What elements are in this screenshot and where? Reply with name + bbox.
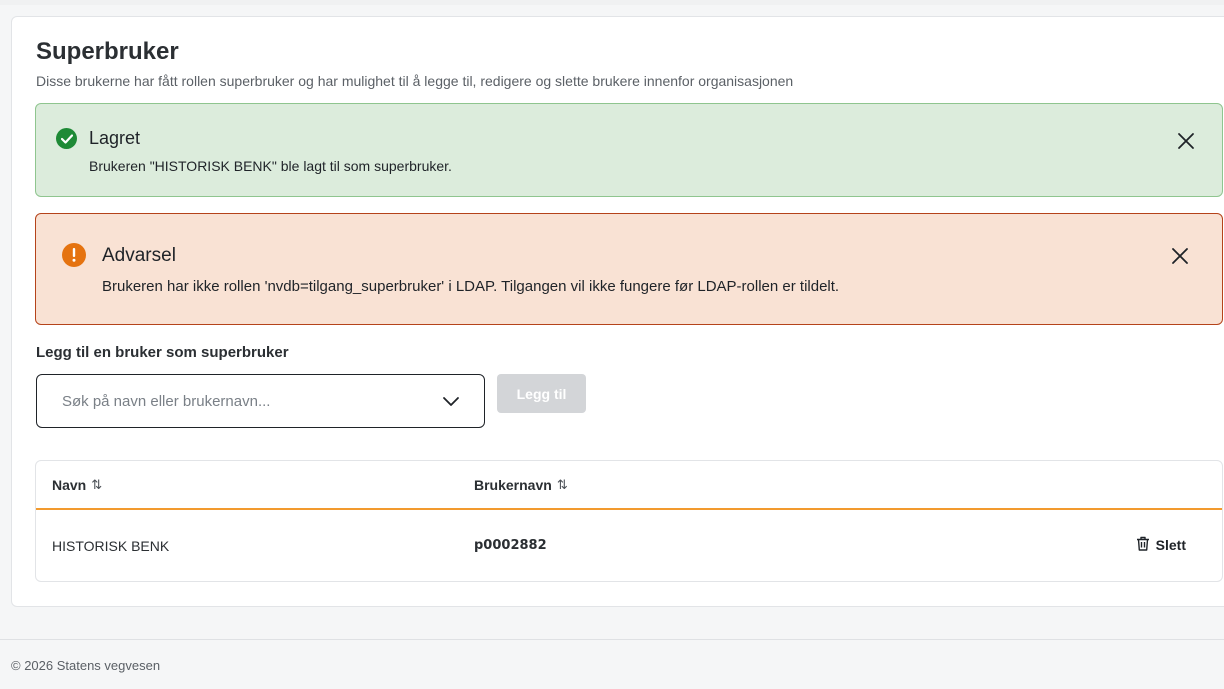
success-alert: Lagret Brukeren "HISTORISK BENK" ble lag… <box>35 103 1223 197</box>
page-description: Disse brukerne har fått rollen superbruk… <box>36 73 794 89</box>
table-row: HISTORISK BENK p0002882 Slett <box>36 512 1222 582</box>
column-header-label: Navn <box>52 477 87 493</box>
page-title: Superbruker <box>36 38 179 65</box>
close-icon[interactable] <box>1170 246 1190 266</box>
footer-copyright: © 2026 Statens vegvesen <box>11 658 161 673</box>
cell-navn: HISTORISK BENK <box>52 538 170 554</box>
sort-icon[interactable]: ⇅ <box>557 477 568 493</box>
column-header-brukernavn[interactable]: Brukernavn ⇅ <box>474 477 568 493</box>
user-search-combobox[interactable]: Søk på navn eller brukernavn... <box>36 374 485 428</box>
delete-button[interactable]: Slett <box>1136 536 1186 554</box>
warning-alert-message: Brukeren har ikke rollen 'nvdb=tilgang_s… <box>102 278 840 295</box>
success-alert-title: Lagret <box>89 128 141 148</box>
warning-alert: Advarsel Brukeren har ikke rollen 'nvdb=… <box>35 213 1223 325</box>
column-header-label: Brukernavn <box>474 477 552 493</box>
footer-divider <box>0 639 1224 640</box>
add-user-label: Legg til en bruker som superbruker <box>36 344 289 361</box>
success-alert-message: Brukeren "HISTORISK BENK" ble lagt til s… <box>89 158 452 174</box>
top-bar <box>0 0 1224 5</box>
delete-label: Slett <box>1155 537 1186 553</box>
superuser-table: Navn ⇅ Brukernavn ⇅ HISTORISK BENK p0002… <box>35 460 1223 582</box>
warning-alert-title: Advarsel <box>102 245 176 266</box>
chevron-down-icon[interactable] <box>442 394 460 408</box>
sort-icon[interactable]: ⇅ <box>91 477 102 493</box>
add-user-button[interactable]: Legg til <box>497 374 586 413</box>
search-placeholder: Søk på navn eller brukernavn... <box>62 393 271 410</box>
close-icon[interactable] <box>1176 131 1196 151</box>
column-header-navn[interactable]: Navn ⇅ <box>52 477 102 493</box>
trash-icon <box>1136 536 1150 554</box>
table-header: Navn ⇅ Brukernavn ⇅ <box>36 461 1222 510</box>
check-circle-icon <box>56 128 77 149</box>
cell-brukernavn: p0002882 <box>474 538 547 553</box>
exclamation-circle-icon <box>62 243 86 267</box>
